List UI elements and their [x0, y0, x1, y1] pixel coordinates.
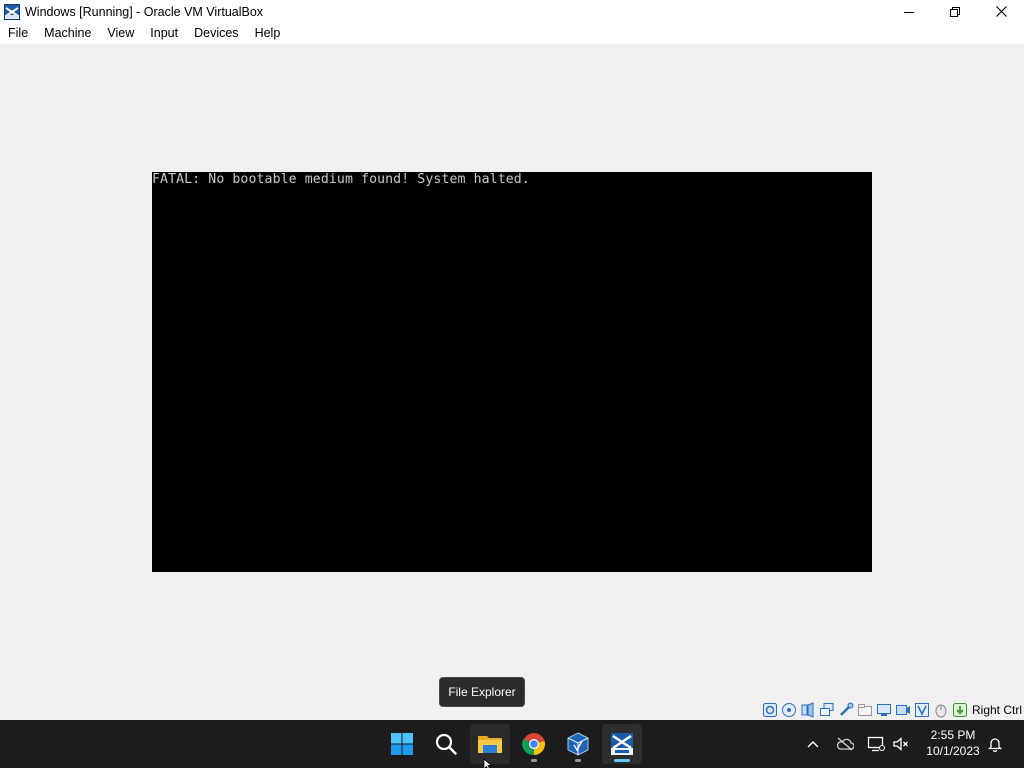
taskbar-chrome[interactable]	[514, 724, 554, 764]
keyboard-capture-icon[interactable]	[952, 702, 968, 718]
running-indicator	[531, 759, 537, 762]
file-explorer-tooltip: File Explorer	[439, 677, 525, 707]
title-bar: Windows [Running] - Oracle VM VirtualBox	[0, 0, 1024, 23]
close-icon	[995, 6, 1007, 17]
menu-file[interactable]: File	[0, 23, 36, 44]
vm-window-icon	[611, 733, 633, 755]
taskbar-clock[interactable]: 2:55 PM 10/1/2023	[920, 727, 986, 761]
onedrive-icon	[836, 737, 854, 751]
mouse-integration-icon[interactable]	[933, 702, 949, 718]
taskbar-vm-window[interactable]	[602, 724, 642, 764]
show-hidden-icons-button[interactable]	[803, 734, 823, 754]
search-icon	[435, 733, 457, 755]
menu-view[interactable]: View	[99, 23, 142, 44]
taskbar-file-explorer[interactable]	[470, 724, 510, 764]
notification-button[interactable]	[985, 734, 1005, 754]
taskbar	[0, 720, 1024, 768]
vm-status-bar: Right Ctrl	[762, 700, 1024, 720]
menu-devices[interactable]: Devices	[186, 23, 246, 44]
virtualbox-icon	[567, 732, 589, 756]
host-key-label[interactable]: Right Ctrl	[972, 703, 1022, 717]
clock-date: 10/1/2023	[926, 744, 980, 758]
menu-help[interactable]: Help	[247, 23, 289, 44]
close-button[interactable]	[978, 0, 1024, 23]
chrome-icon	[522, 733, 545, 756]
start-button[interactable]	[382, 724, 422, 764]
clock-time: 2:55 PM	[930, 728, 976, 742]
active-indicator	[614, 759, 630, 762]
notification-icon	[987, 738, 1003, 752]
vm-display[interactable]: FATAL: No bootable medium found! System …	[152, 172, 872, 572]
cpu-virtualization-icon[interactable]	[914, 702, 930, 718]
audio-icon[interactable]	[800, 702, 816, 718]
onedrive-button[interactable]	[835, 734, 855, 754]
network-icon	[867, 736, 885, 752]
minimize-icon	[904, 11, 914, 13]
shared-folders-icon[interactable]	[857, 702, 873, 718]
display-icon[interactable]	[876, 702, 892, 718]
show-hidden-icons-icon	[807, 741, 819, 748]
menu-machine[interactable]: Machine	[36, 23, 99, 44]
file-explorer-icon	[478, 736, 502, 753]
menu-bar: File Machine View Input Devices Help	[0, 23, 1024, 44]
vm-console-text: FATAL: No bootable medium found! System …	[152, 172, 530, 187]
menu-input[interactable]: Input	[142, 23, 186, 44]
restore-icon	[950, 6, 960, 17]
window-title: Windows [Running] - Oracle VM VirtualBox	[25, 4, 264, 19]
recording-icon[interactable]	[895, 702, 911, 718]
virtualbox-app-icon[interactable]	[4, 3, 20, 20]
search-button[interactable]	[426, 724, 466, 764]
mouse-cursor-icon	[483, 759, 493, 768]
start-icon	[391, 733, 413, 755]
window-controls	[886, 0, 1024, 23]
volume-muted-icon	[893, 737, 908, 751]
running-indicator	[575, 759, 581, 762]
network-icon[interactable]	[819, 702, 835, 718]
restore-button[interactable]	[932, 0, 978, 23]
hard-disk-icon[interactable]	[762, 702, 778, 718]
usb-icon[interactable]	[838, 702, 854, 718]
optical-drive-icon[interactable]	[781, 702, 797, 718]
minimize-button[interactable]	[886, 0, 932, 23]
taskbar-virtualbox[interactable]	[558, 724, 598, 764]
volume-button[interactable]	[891, 734, 911, 754]
network-status-button[interactable]	[866, 734, 886, 754]
